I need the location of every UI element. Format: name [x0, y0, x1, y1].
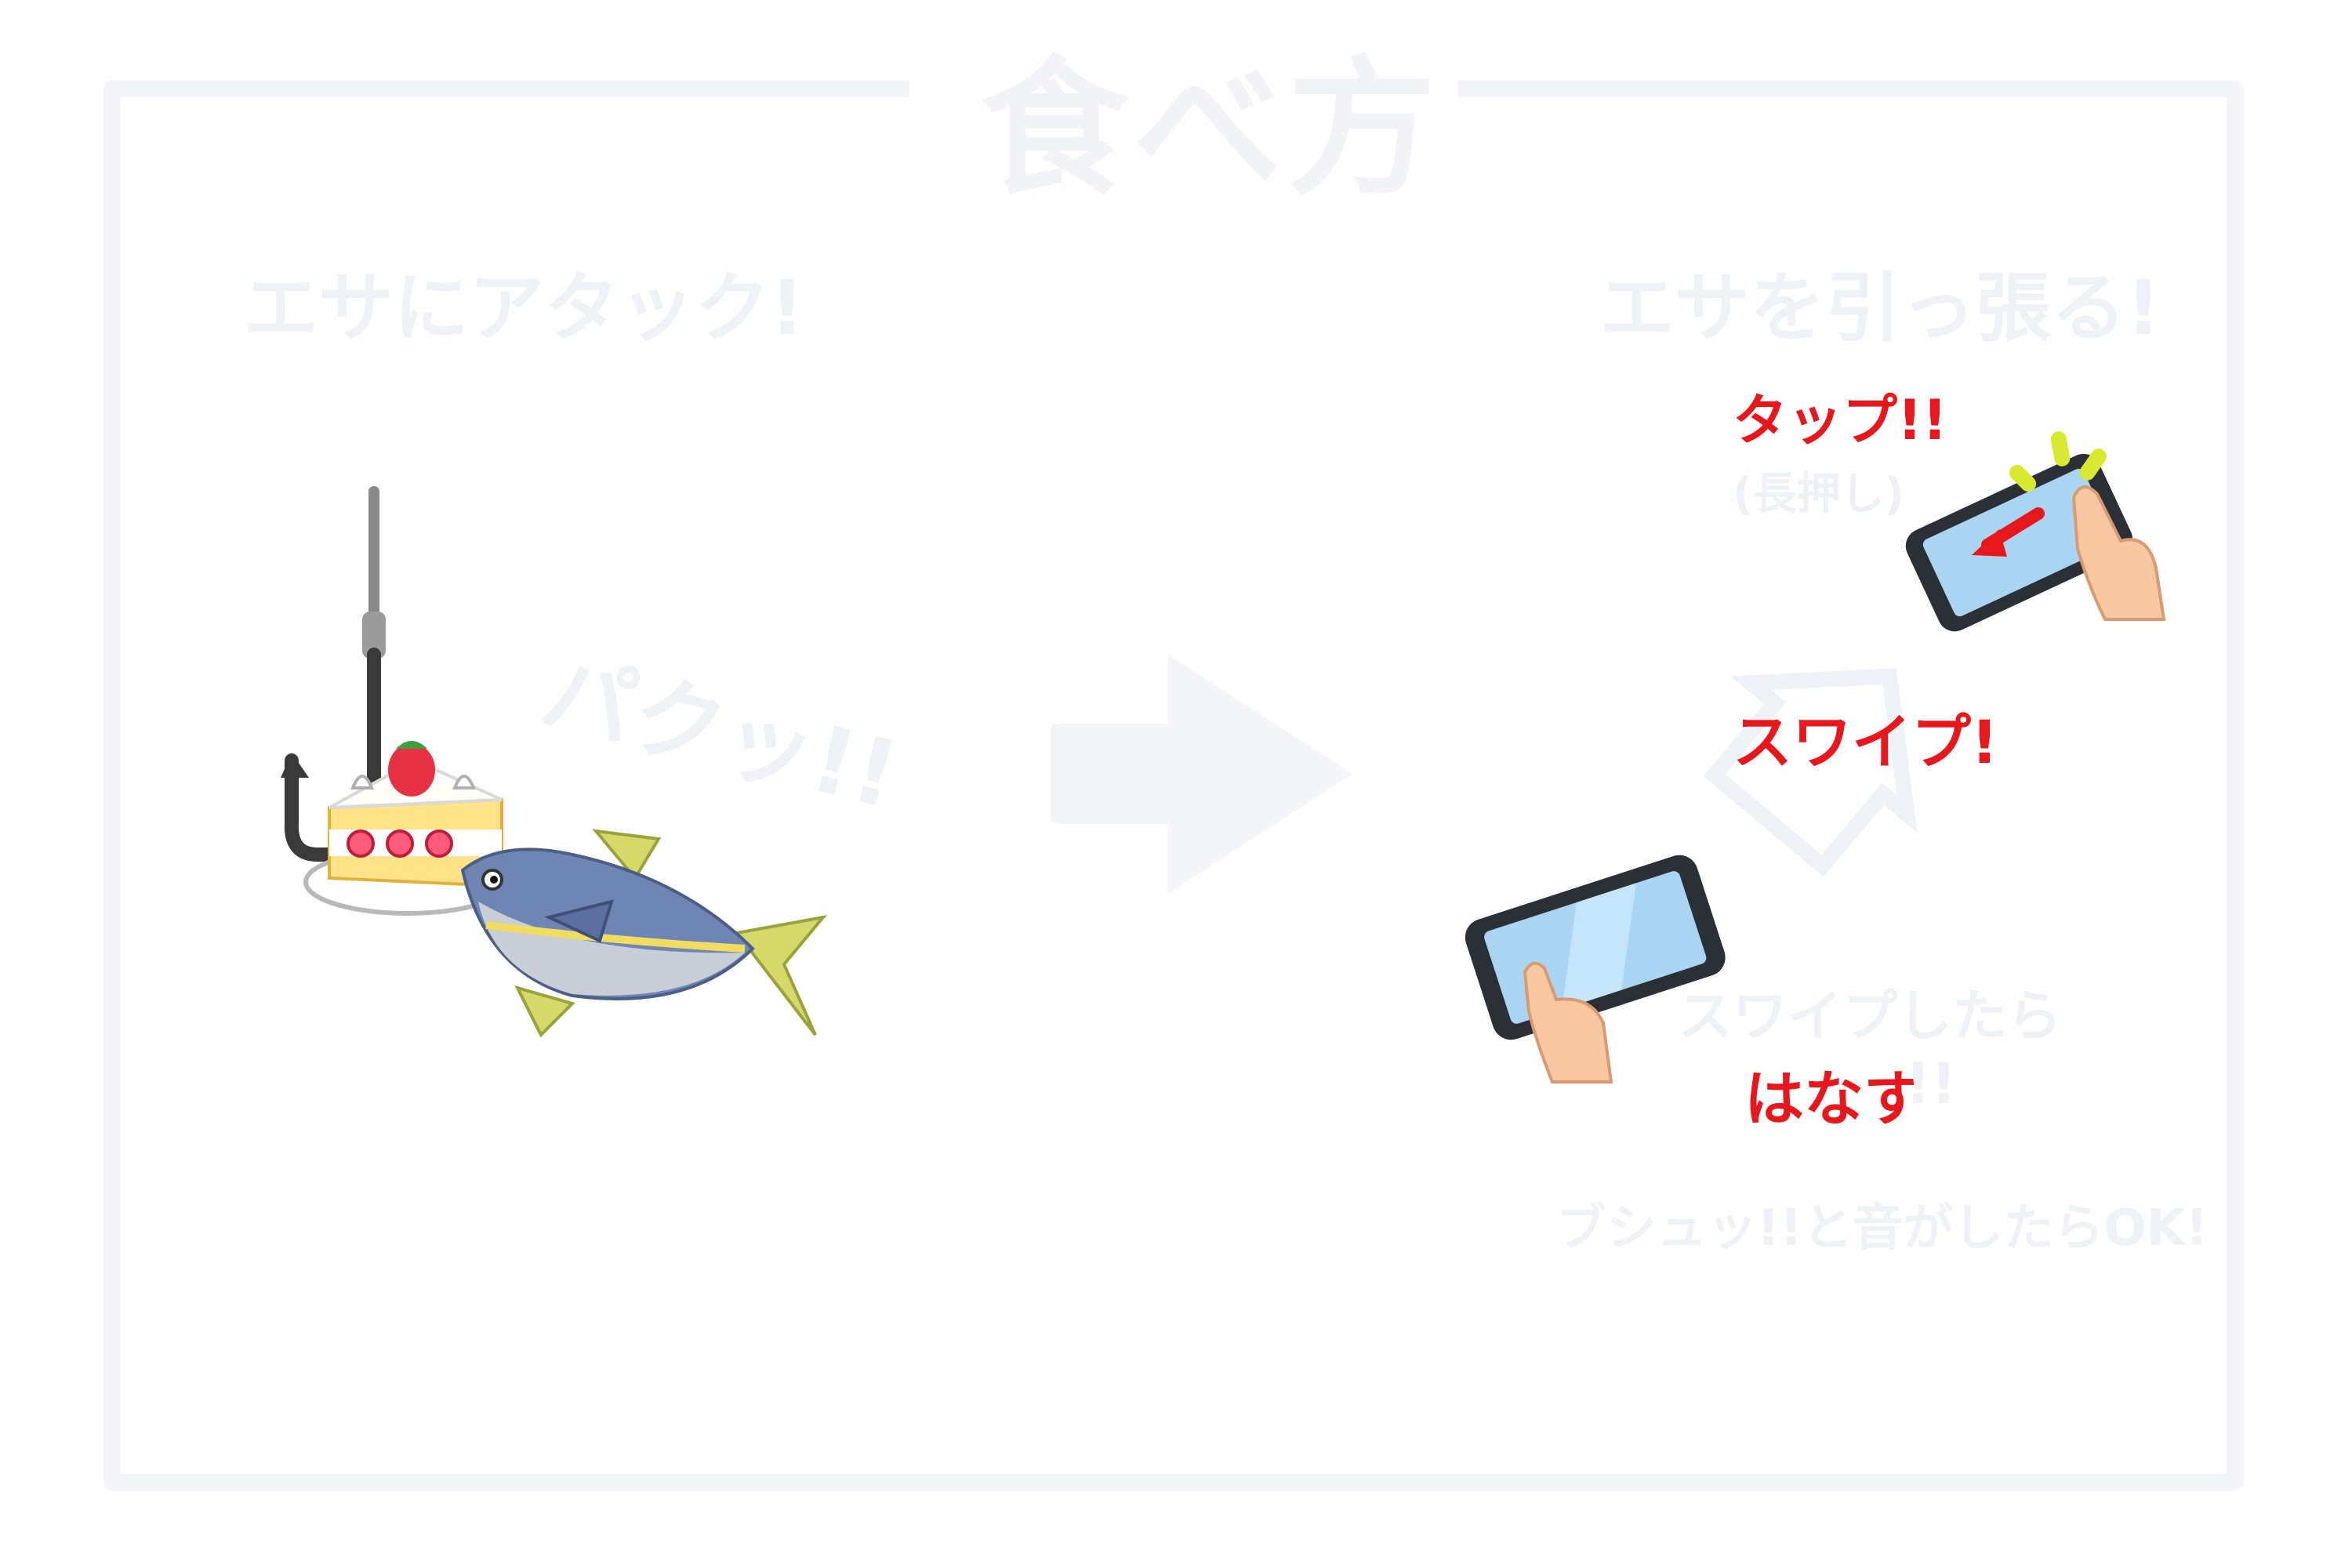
fish-icon: [460, 829, 828, 1038]
page-title: 食べ方: [980, 42, 1442, 216]
long-press-label: (長押し): [1733, 469, 1905, 520]
release-suffix: !!: [1905, 1051, 1957, 1116]
swipe-label: スワイプ!: [1733, 707, 1998, 777]
release-label: はなす: [1744, 1064, 1923, 1134]
phone-swipe-icon: [1465, 855, 1726, 1083]
left-heading: エサにアタック!: [243, 264, 804, 352]
ok-note: ブシュッ!!と音がしたらOK!: [1556, 1200, 2209, 1258]
right-heading: エサを引っ張る!: [1599, 264, 2161, 352]
phone-tap-icon: [1905, 431, 2166, 632]
arrow-right-icon: [1051, 655, 1352, 894]
